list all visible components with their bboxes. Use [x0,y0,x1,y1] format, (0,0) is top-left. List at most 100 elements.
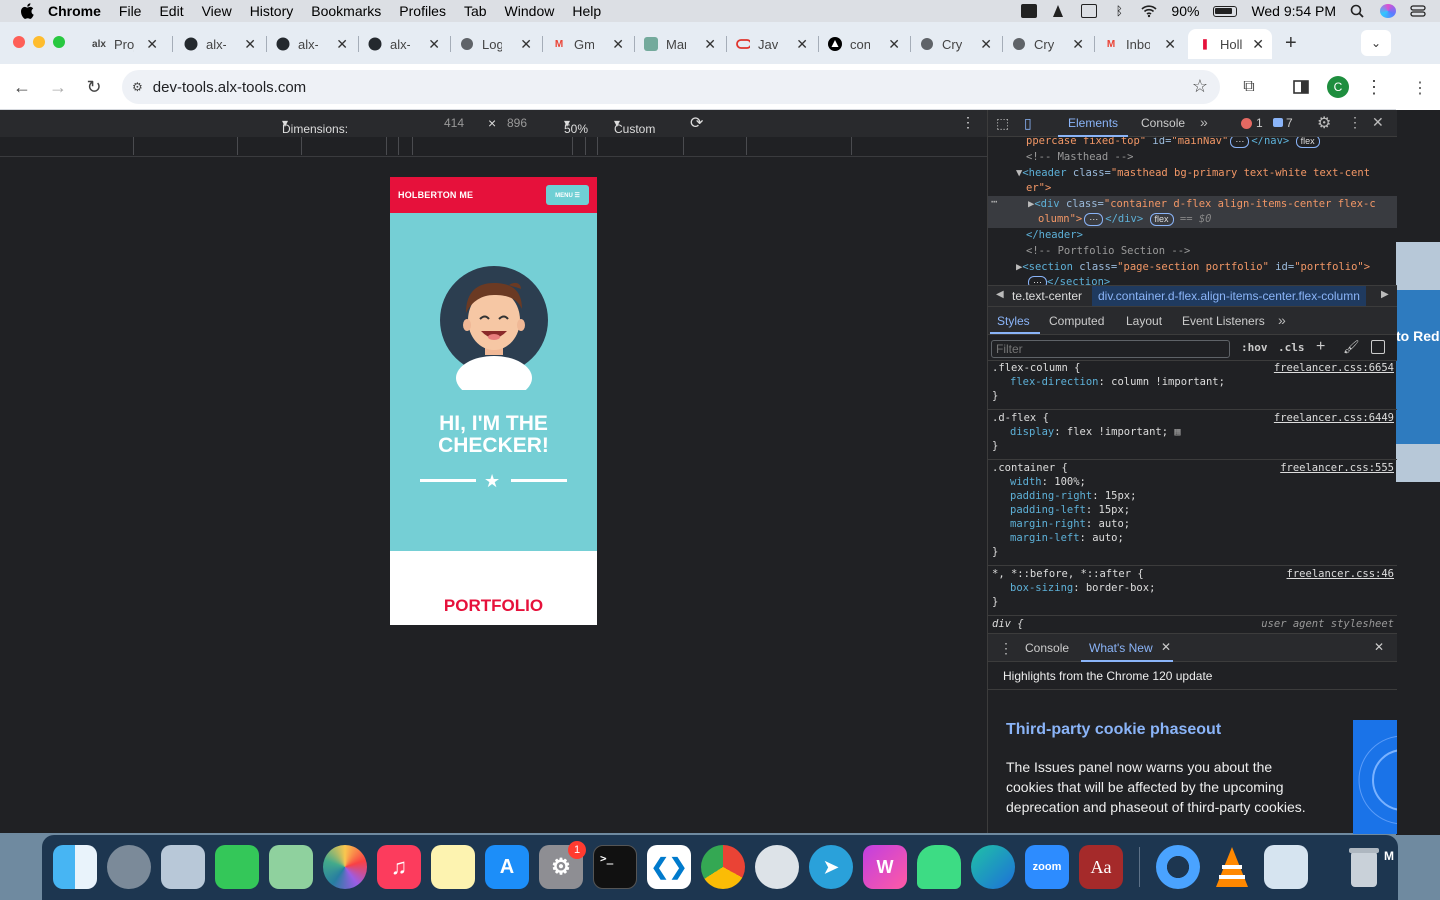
close-icon[interactable]: ✕ [704,36,716,53]
clock[interactable]: Wed 9:54 PM [1251,3,1336,19]
calendar-tray-icon[interactable] [1081,4,1098,18]
back-button[interactable]: ← [11,76,33,98]
close-icon[interactable]: ✕ [888,36,900,53]
dom-line[interactable]: er"> [1026,181,1051,197]
maps-icon[interactable] [269,845,313,889]
subtab-styles[interactable]: Styles [997,314,1030,328]
dom-line[interactable]: <!-- Masthead --> [1026,150,1133,166]
breadcrumb-item-active[interactable]: div.container.d-flex.align-items-center.… [1092,286,1366,306]
quicktime-icon[interactable] [1156,845,1200,889]
paint-brush-icon[interactable]: 🖌 [1343,339,1360,355]
new-tab-button[interactable]: + [1285,32,1297,55]
apple-icon[interactable] [20,3,36,19]
extensions-icon[interactable]: ⧉ [1238,76,1260,98]
style-rule[interactable]: .flex-column {freelancer.css:6654 flex-d… [988,361,1397,410]
style-rule[interactable]: .d-flex {freelancer.css:6449 display: fl… [988,411,1397,460]
rule-property[interactable]: flex-direction: column !important; [1010,375,1397,389]
close-icon[interactable]: ✕ [520,36,532,53]
preview-eagle-icon[interactable] [161,845,205,889]
tab[interactable]: Mar ✕ [638,29,724,59]
whatsapp-icon[interactable] [755,845,799,889]
trash-icon[interactable] [1342,845,1386,889]
tab[interactable]: alx Proj ✕ [86,29,166,59]
zoom-window-button[interactable] [53,36,65,48]
minimize-window-button[interactable] [33,36,45,48]
dom-ellipsis-icon[interactable]: ⋯ [991,195,997,211]
tab-console[interactable]: Console [1141,116,1185,130]
whats-new-thumbnail[interactable] [1353,720,1397,834]
zoom-select[interactable]: 50% ▾ [564,116,588,136]
tab[interactable]: alx- ✕ [270,29,356,59]
tab-elements[interactable]: Elements [1068,116,1118,130]
dom-line[interactable]: ▶<section class="page-section portfolio"… [1016,260,1370,276]
music-icon[interactable]: ♫ [377,845,421,889]
dom-line[interactable]: ⋯ </section> [1028,275,1110,285]
bookmark-star-icon[interactable]: ☆ [1192,76,1208,97]
tab[interactable]: M Inbo ✕ [1098,29,1184,59]
finder-icon[interactable] [53,845,97,889]
rule-source-link[interactable]: freelancer.css:6449 [1274,411,1394,425]
close-icon[interactable]: ✕ [244,36,256,53]
close-icon[interactable]: ✕ [428,36,440,53]
rule-property[interactable]: padding-left: 15px; [1010,503,1397,517]
dom-line[interactable]: <!-- Portfolio Section --> [1026,244,1190,260]
photos-icon[interactable] [323,845,367,889]
tab[interactable]: Cry ✕ [914,29,1000,59]
dictionary-icon[interactable]: Aa [1079,845,1123,889]
close-icon[interactable]: ✕ [1072,36,1084,53]
dom-line[interactable]: ppercase fixed-top" id="mainNav" ⋯ </nav> … [1026,137,1320,150]
menu-file[interactable]: File [119,3,142,19]
settings-icon[interactable]: ⚙ [1317,113,1331,133]
new-rule-icon[interactable]: + [1316,338,1325,356]
more-subtabs-icon[interactable]: » [1278,312,1286,328]
menu-profiles[interactable]: Profiles [399,3,446,19]
style-rule-ua[interactable]: div { user agent stylesheet [988,617,1397,633]
message-icon[interactable] [1273,118,1283,127]
vlc-tray-icon[interactable] [1051,4,1067,18]
wifi-icon[interactable] [1141,4,1157,18]
menu-bookmarks[interactable]: Bookmarks [311,3,381,19]
menu-window[interactable]: Window [505,3,555,19]
close-icon[interactable]: ✕ [1164,36,1176,53]
forward-button[interactable]: → [47,76,69,98]
close-icon[interactable]: ✕ [980,36,992,53]
close-devtools-icon[interactable]: ✕ [1372,114,1384,131]
tab[interactable]: M Gm ✕ [546,29,632,59]
rule-source-link[interactable]: freelancer.css:555 [1280,461,1394,475]
tab[interactable]: alx- ✕ [362,29,448,59]
rule-property[interactable]: margin-left: auto; [1010,531,1397,545]
rule-source-link[interactable]: freelancer.css:46 [1287,567,1394,581]
subtab-layout[interactable]: Layout [1126,314,1162,328]
throttle-select[interactable]: Custom ▾ [614,116,655,136]
vlc-icon[interactable] [1210,845,1254,889]
sidebar-toggle-icon[interactable] [1371,340,1385,354]
control-center-icon[interactable] [1410,4,1426,18]
width-input[interactable]: 414 [444,116,464,130]
menu-history[interactable]: History [250,3,294,19]
dom-line-selected[interactable]: olumn"> ⋯ </div> flex == $0 [1038,212,1211,228]
facetime-icon[interactable] [215,845,259,889]
rule-property[interactable]: box-sizing: border-box; [1010,581,1397,595]
dom-line[interactable]: </header> [1026,228,1083,244]
zoom-icon[interactable]: zoom [1025,845,1069,889]
crumb-scroll-right-icon[interactable]: ▶ [1381,289,1389,300]
rule-property[interactable]: display: flex !important; ▦ [1010,425,1397,439]
launchpad-icon[interactable] [107,845,151,889]
rule-property[interactable]: width: 100%; [1010,475,1397,489]
site-brand[interactable]: HOLBERTON ME [398,190,473,200]
notes-icon[interactable] [431,845,475,889]
flexbox-editor-icon[interactable]: ▦ [1174,426,1180,438]
rule-property[interactable]: margin-right: auto; [1010,517,1397,531]
hov-toggle[interactable]: :hov [1241,341,1268,354]
drawer-menu-icon[interactable]: ⋮ [999,640,1013,657]
close-icon[interactable]: ✕ [146,36,158,53]
terminal-icon[interactable]: >_ [593,845,637,889]
battery-icon[interactable] [1213,5,1238,17]
close-window-button[interactable] [13,36,25,48]
rule-source-link[interactable]: freelancer.css:6654 [1274,361,1394,375]
menu-edit[interactable]: Edit [159,3,183,19]
close-drawer-icon[interactable]: ✕ [1374,640,1384,654]
subtab-computed[interactable]: Computed [1049,314,1104,328]
close-icon[interactable]: ✕ [796,36,808,53]
bluetooth-icon[interactable]: ᛒ [1111,4,1127,18]
